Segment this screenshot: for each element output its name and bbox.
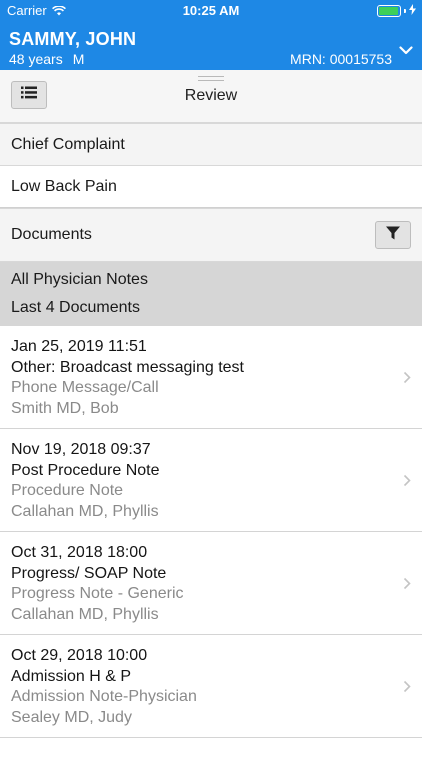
charging-icon [409, 4, 416, 18]
battery-icon [377, 5, 401, 17]
documents-header: Documents [0, 208, 422, 262]
list-continuation [0, 738, 422, 758]
battery-fill [379, 7, 398, 15]
document-type: Progress Note - Generic [11, 585, 184, 602]
review-toolbar: Review [0, 70, 422, 123]
document-date: Jan 25, 2019 11:51 [11, 338, 147, 355]
document-date: Nov 19, 2018 09:37 [11, 441, 151, 458]
filter-icon [386, 226, 400, 245]
patient-demographics: 48 years M [9, 51, 84, 67]
battery-indicator [377, 4, 416, 18]
document-type: Phone Message/Call [11, 379, 159, 396]
clock: 10:25 AM [182, 3, 240, 18]
document-row[interactable]: Oct 31, 2018 18:00 Progress/ SOAP Note P… [0, 532, 422, 635]
document-author: Callahan MD, Phyllis [11, 605, 159, 623]
chevron-right-icon [403, 680, 411, 698]
documents-label: Documents [11, 226, 92, 243]
chief-complaint-text: Low Back Pain [11, 177, 117, 195]
document-list: Jan 25, 2019 11:51 Other: Broadcast mess… [0, 326, 422, 758]
document-author: Sealey MD, Judy [11, 708, 132, 726]
chevron-right-icon [403, 371, 411, 389]
filter-button[interactable] [375, 221, 411, 249]
document-type: Admission Note-Physician [11, 688, 197, 705]
document-author: Smith MD, Bob [11, 399, 119, 417]
document-row[interactable]: Jan 25, 2019 11:51 Other: Broadcast mess… [0, 326, 422, 429]
patient-sex: M [72, 51, 85, 67]
chevron-right-icon [403, 474, 411, 492]
patient-age: 48 years [9, 51, 63, 67]
document-date: Oct 31, 2018 18:00 [11, 544, 148, 561]
chevron-right-icon [403, 577, 411, 595]
battery-tip [404, 9, 406, 13]
status-bar: Carrier 10:25 AM [0, 0, 422, 22]
document-title: Post Procedure Note [11, 461, 160, 479]
document-group-label: All Physician Notes [11, 271, 148, 288]
document-row[interactable]: Nov 19, 2018 09:37 Post Procedure Note P… [0, 429, 422, 532]
document-title: Admission H & P [11, 667, 132, 685]
document-author: Callahan MD, Phyllis [11, 502, 159, 520]
chief-complaint-value: Low Back Pain [0, 166, 422, 208]
patient-mrn: MRN: 00015753 [290, 51, 392, 67]
page-title: Review [184, 87, 238, 104]
chief-complaint-header: Chief Complaint [0, 123, 422, 166]
document-group-header: All Physician Notes Last 4 Documents [0, 262, 422, 326]
document-title: Progress/ SOAP Note [11, 564, 167, 582]
document-title: Other: Broadcast messaging test [11, 358, 244, 376]
document-type: Procedure Note [11, 482, 124, 499]
patient-header[interactable]: Carrier 10:25 AM SAMMY, JOHN 48 years M … [0, 0, 422, 70]
chief-complaint-label: Chief Complaint [11, 135, 125, 153]
drag-handle[interactable] [198, 76, 224, 84]
document-date: Oct 29, 2018 10:00 [11, 647, 148, 664]
patient-name: SAMMY, JOHN [9, 29, 137, 49]
chevron-down-icon[interactable] [399, 42, 413, 60]
document-subgroup-label: Last 4 Documents [11, 299, 140, 316]
document-row[interactable]: Oct 29, 2018 10:00 Admission H & P Admis… [0, 635, 422, 738]
